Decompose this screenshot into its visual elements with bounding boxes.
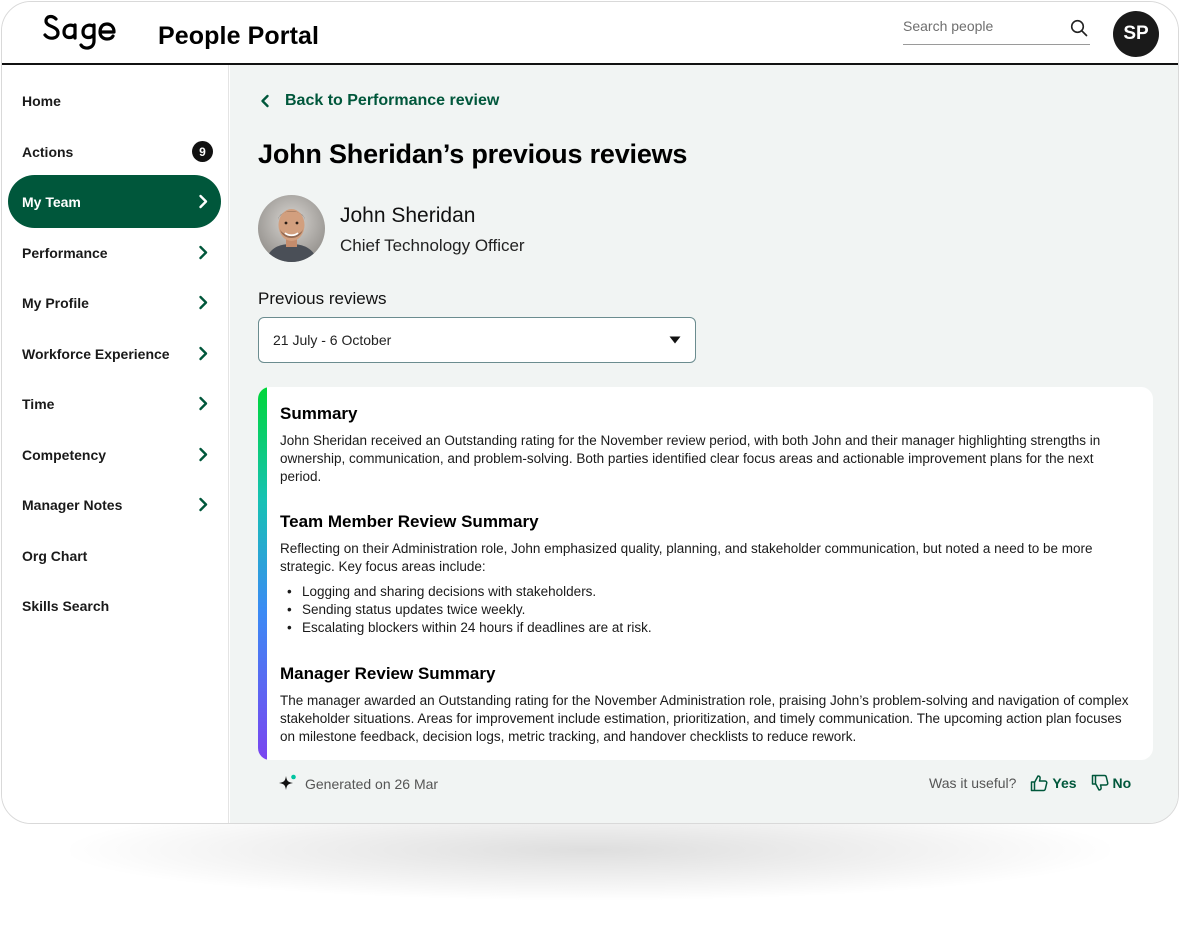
- thumbs-down-icon: [1091, 774, 1109, 791]
- feedback-yes-label: Yes: [1052, 775, 1077, 791]
- summary-heading: Summary: [280, 404, 358, 423]
- chevron-right-icon: [199, 497, 208, 512]
- page-title: John Sheridan’s previous reviews: [258, 139, 688, 169]
- sidebar-item-time[interactable]: Time: [8, 377, 221, 430]
- feedback-question: Was it useful?: [929, 775, 1017, 791]
- sidebar-item-label: My Profile: [22, 294, 89, 311]
- team-member-body: Reflecting on their Administration role,…: [280, 541, 1093, 574]
- search-input[interactable]: [903, 18, 1063, 34]
- ai-accent-bar: [258, 387, 267, 760]
- portal-title: People Portal: [158, 22, 320, 50]
- sidebar-item-label: Skills Search: [22, 597, 110, 614]
- sparkle-icon: [279, 774, 296, 790]
- list-item: Sending status updates twice weekly.: [284, 601, 984, 619]
- sidebar-item-label: Manager Notes: [22, 496, 123, 513]
- sidebar-item-label: Time: [22, 395, 55, 412]
- manager-body: The manager awarded an Outstanding ratin…: [280, 693, 1129, 744]
- person-name: John Sheridan: [340, 204, 476, 227]
- review-period-select[interactable]: 21 July - 6 October: [258, 317, 696, 363]
- review-period-value: 21 July - 6 October: [273, 332, 392, 348]
- chevron-right-icon: [199, 396, 208, 411]
- sidebar-item-label: Actions: [22, 143, 74, 160]
- sage-logo[interactable]: [42, 10, 126, 58]
- sidebar-item-label: Performance: [22, 244, 108, 261]
- sidebar-item-label: Org Chart: [22, 547, 88, 564]
- sidebar-item-label: My Team: [22, 193, 81, 210]
- chevron-right-icon: [199, 245, 208, 260]
- user-avatar[interactable]: SP: [1113, 11, 1159, 57]
- actions-count-badge: 9: [192, 141, 213, 162]
- summary-body: John Sheridan received an Outstanding ra…: [280, 433, 1101, 484]
- back-link-label: Back to Performance review: [285, 92, 500, 109]
- sidebar-item-org-chart[interactable]: Org Chart: [8, 529, 221, 582]
- feedback-no-button[interactable]: No: [1091, 774, 1132, 792]
- previous-reviews-label: Previous reviews: [258, 289, 387, 308]
- list-item: Escalating blockers within 24 hours if d…: [284, 619, 984, 637]
- sidebar-item-workforce-experience[interactable]: Workforce Experience: [8, 327, 221, 380]
- chevron-right-icon: [199, 295, 208, 310]
- top-header: People Portal SP: [2, 2, 1178, 65]
- thumbs-up-icon: [1031, 775, 1048, 792]
- back-link[interactable]: Back to Performance review: [260, 92, 499, 110]
- list-item: Logging and sharing decisions with stake…: [284, 583, 984, 601]
- sidebar-item-label: Workforce Experience: [22, 345, 170, 362]
- chevron-right-icon: [199, 346, 208, 361]
- person-role: Chief Technology Officer: [340, 236, 525, 255]
- sidebar-item-my-team[interactable]: My Team: [8, 175, 221, 228]
- feedback-no-label: No: [1112, 775, 1132, 791]
- chevron-left-icon: [261, 94, 269, 108]
- chevron-right-icon: [199, 194, 208, 209]
- sidebar-item-manager-notes[interactable]: Manager Notes: [8, 478, 221, 531]
- generated-info: Generated on 26 Mar: [278, 774, 438, 793]
- sidebar-item-actions[interactable]: Actions 9: [8, 125, 221, 178]
- sidebar-item-my-profile[interactable]: My Profile: [8, 276, 221, 329]
- sidebar-item-performance[interactable]: Performance: [8, 226, 221, 279]
- team-member-heading: Team Member Review Summary: [280, 512, 539, 531]
- person-avatar: [258, 195, 325, 262]
- chevron-right-icon: [199, 447, 208, 462]
- generated-date: Generated on 26 Mar: [305, 775, 439, 792]
- search-icon[interactable]: [1070, 19, 1088, 37]
- main-content: Back to Performance review John Sheridan…: [230, 65, 1178, 823]
- manager-heading: Manager Review Summary: [280, 664, 496, 683]
- review-summary-card: Summary John Sheridan received an Outsta…: [258, 387, 1153, 760]
- focus-areas-list: Logging and sharing decisions with stake…: [284, 583, 984, 637]
- feedback-bar: Was it useful? Yes No: [929, 774, 1131, 792]
- sidebar-nav: Home Actions 9 My Team Performance My Pr…: [2, 65, 229, 823]
- caret-down-icon: [669, 336, 681, 344]
- search-box[interactable]: [903, 14, 1090, 45]
- feedback-yes-button[interactable]: Yes: [1030, 774, 1077, 792]
- app-window: People Portal SP Home Actions 9 My Team …: [1, 1, 1179, 824]
- sidebar-item-competency[interactable]: Competency: [8, 428, 221, 481]
- sidebar-item-home[interactable]: Home: [8, 74, 221, 127]
- sidebar-item-label: Competency: [22, 446, 107, 463]
- sidebar-item-label: Home: [22, 92, 61, 109]
- sidebar-item-skills-search[interactable]: Skills Search: [8, 579, 221, 632]
